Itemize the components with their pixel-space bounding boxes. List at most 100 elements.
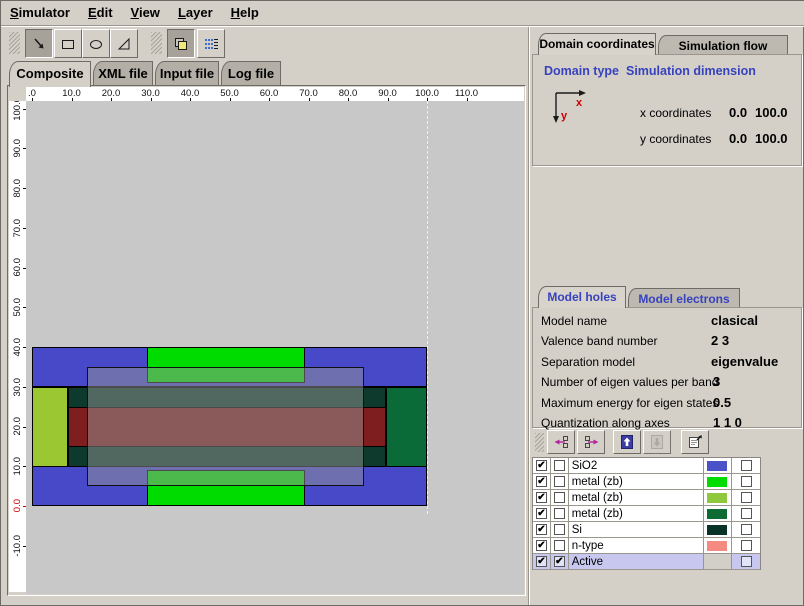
- layer-row-n-type[interactable]: ✔ n-type: [533, 538, 760, 554]
- v-ruler-label: 70.0: [12, 219, 23, 238]
- v-ruler-label: 80.0: [12, 179, 23, 198]
- layer-toolbar-grip[interactable]: [535, 433, 544, 452]
- layer-color-swatch: [707, 525, 727, 535]
- layer-extra-cell: [732, 458, 760, 473]
- move-up-button[interactable]: [613, 430, 641, 454]
- layer-flag-cell: [551, 538, 569, 553]
- eigen-values-per-band-value: 3: [713, 374, 720, 389]
- properties-button[interactable]: [681, 430, 709, 454]
- layer-flag-checkbox[interactable]: [554, 492, 565, 503]
- layer-flag-checkbox[interactable]: [554, 508, 565, 519]
- region-metal-contact-left[interactable]: [32, 387, 68, 467]
- layer-visible-checkbox[interactable]: ✔: [536, 556, 547, 567]
- layer-flag-cell: [551, 490, 569, 505]
- device-canvas[interactable]: [26, 101, 524, 594]
- layer-name: metal (zb): [569, 490, 704, 505]
- layer-flag-checkbox[interactable]: ✔: [554, 556, 565, 567]
- layer-extra-checkbox[interactable]: [741, 508, 752, 519]
- layer-extra-checkbox[interactable]: [741, 540, 752, 551]
- tab-domain-coordinates[interactable]: Domain coordinates: [538, 33, 656, 55]
- layer-visible-checkbox[interactable]: ✔: [536, 540, 547, 551]
- layer-extra-checkbox[interactable]: [741, 492, 752, 503]
- v-ruler-label: 0.0: [12, 499, 23, 512]
- horizontal-ruler: .010.020.030.040.050.060.070.080.090.010…: [26, 87, 524, 101]
- mesh-icon: [203, 36, 220, 52]
- menu-view[interactable]: View: [122, 1, 169, 23]
- layer-color-cell: [704, 490, 733, 505]
- layers-tool-button[interactable]: [167, 29, 195, 58]
- tab-log-file[interactable]: Log file: [221, 61, 281, 85]
- layer-visible-checkbox[interactable]: ✔: [536, 508, 547, 519]
- layer-color-swatch: [707, 461, 727, 471]
- layer-row-sio2[interactable]: ✔ SiO2: [533, 458, 760, 474]
- panel-divider[interactable]: [528, 27, 530, 605]
- toolbar-grip-2[interactable]: [151, 32, 162, 54]
- mesh-tool-button[interactable]: [197, 29, 225, 58]
- tab-model-holes[interactable]: Model holes: [538, 286, 626, 308]
- layer-flag-checkbox[interactable]: [554, 540, 565, 551]
- tab-model-electrons[interactable]: Model electrons: [628, 288, 740, 308]
- active-region-overlay[interactable]: [87, 367, 364, 486]
- layer-visible-checkbox[interactable]: ✔: [536, 476, 547, 487]
- layer-flag-checkbox[interactable]: [554, 476, 565, 487]
- layer-color-cell: [704, 506, 733, 521]
- layer-extra-cell: [732, 490, 760, 505]
- v-ruler-label: 10.0: [12, 457, 23, 476]
- valence-band-number-value: 2 3: [711, 333, 729, 348]
- menu-help[interactable]: Help: [222, 1, 268, 23]
- layer-visible-checkbox[interactable]: ✔: [536, 524, 547, 535]
- layer-flag-cell: ✔: [551, 554, 569, 569]
- layer-row-metal-zb-[interactable]: ✔ metal (zb): [533, 474, 760, 490]
- tab-simulation-flow-control[interactable]: Simulation flow control: [658, 35, 788, 55]
- triangle-icon: [116, 36, 132, 52]
- x-min-value: 0.0: [729, 105, 747, 120]
- tab-input-file[interactable]: Input file: [155, 61, 219, 85]
- toolbar-grip[interactable]: [9, 32, 20, 54]
- quantization-axes-label: Quantization along axes: [541, 416, 670, 430]
- menu-simulator[interactable]: Simulator: [1, 1, 79, 23]
- pointer-icon: [31, 36, 47, 52]
- layer-flag-cell: [551, 474, 569, 489]
- layer-flag-checkbox[interactable]: [554, 460, 565, 471]
- layer-visible-checkbox[interactable]: ✔: [536, 460, 547, 471]
- layer-flag-checkbox[interactable]: [554, 524, 565, 535]
- simulation-dimension-heading: Simulation dimension: [626, 64, 756, 78]
- split-right-icon: [583, 434, 600, 450]
- layer-extra-checkbox[interactable]: [741, 524, 752, 535]
- layer-color-cell: [704, 474, 733, 489]
- layer-visible-checkbox[interactable]: ✔: [536, 492, 547, 503]
- layer-visible-cell: ✔: [533, 506, 551, 521]
- pointer-tool-button[interactable]: [25, 29, 53, 58]
- layer-row-metal-zb-[interactable]: ✔metal (zb): [533, 506, 760, 522]
- layer-extra-checkbox[interactable]: [741, 476, 752, 487]
- v-ruler-label: 20.0: [12, 417, 23, 436]
- menu-layer[interactable]: Layer: [169, 1, 222, 23]
- layer-row-active[interactable]: ✔✔Active: [533, 554, 760, 570]
- ellipse-tool-button[interactable]: [82, 29, 110, 58]
- split-right-button[interactable]: [577, 430, 605, 454]
- menu-edit[interactable]: Edit: [79, 1, 122, 23]
- triangle-tool-button[interactable]: [110, 29, 138, 58]
- properties-icon: [687, 434, 704, 450]
- layer-extra-checkbox[interactable]: [741, 460, 752, 471]
- layer-row-si[interactable]: ✔Si: [533, 522, 760, 538]
- tab-composite[interactable]: Composite: [9, 61, 91, 87]
- layer-name: metal (zb): [569, 474, 704, 489]
- region-metal-contact-right[interactable]: [386, 387, 427, 467]
- v-ruler-label: -10.0: [12, 535, 23, 557]
- split-left-button[interactable]: [547, 430, 575, 454]
- layer-name: n-type: [569, 538, 704, 553]
- layer-row-metal-zb-[interactable]: ✔ metal (zb): [533, 490, 760, 506]
- layer-flag-cell: [551, 506, 569, 521]
- layer-extra-checkbox[interactable]: [741, 556, 752, 567]
- rectangle-tool-button[interactable]: [54, 29, 82, 58]
- layer-color-cell: [704, 522, 733, 537]
- x-coordinates-label: x coordinates: [640, 106, 711, 120]
- domain-panel-body: Domain type Simulation dimension x y x c…: [532, 54, 802, 166]
- v-ruler-label: 30.0: [12, 378, 23, 397]
- v-ruler-label: 50.0: [12, 298, 23, 317]
- move-down-button[interactable]: [643, 430, 671, 454]
- tab-xml-file[interactable]: XML file: [93, 61, 153, 85]
- layer-name: SiO2: [569, 458, 704, 473]
- move-up-icon: [619, 434, 635, 450]
